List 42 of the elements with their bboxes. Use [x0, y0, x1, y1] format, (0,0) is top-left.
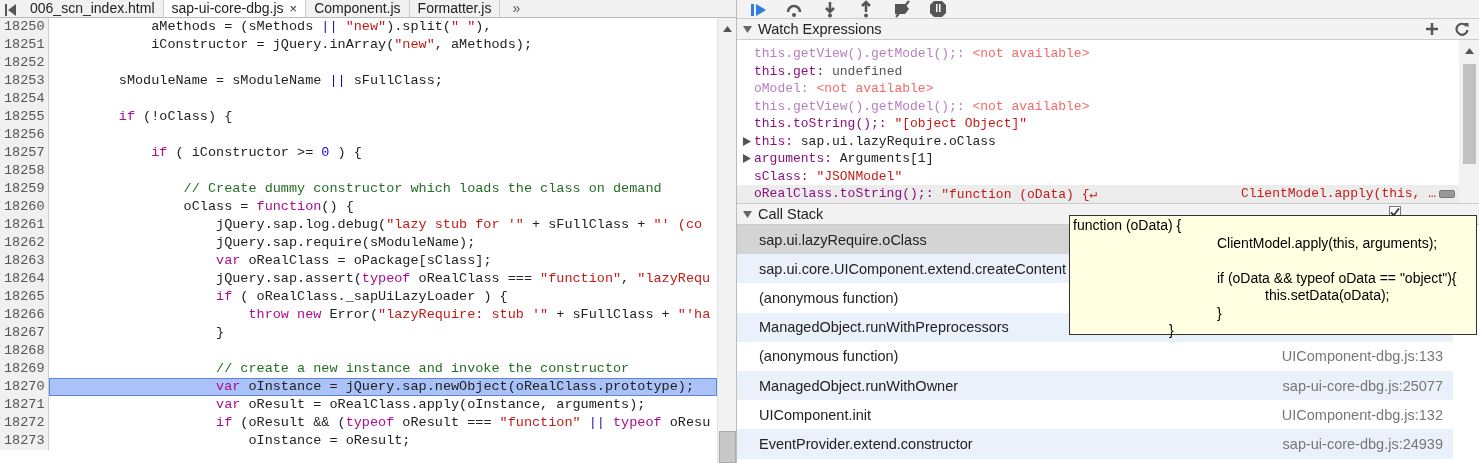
line-number: 18268: [0, 342, 49, 360]
code-line: var oRealClass = oPackage[sClass];: [215, 252, 493, 270]
line-number: 18269: [0, 360, 49, 378]
code-line: oInstance = oResult;: [247, 432, 412, 450]
code-line: if (!oClass) {: [117, 108, 234, 126]
line-number: 18260: [0, 198, 49, 216]
code-line: // Create dummy constructor which loads the class on demand: [182, 180, 663, 198]
line-number: 18259: [0, 180, 49, 198]
code-line: iConstructor = jQuery.inArray("new", aMethods);: [150, 36, 533, 54]
line-number: 18256: [0, 126, 49, 144]
line-number: 18273: [0, 432, 49, 450]
line-number: 18261: [0, 216, 49, 234]
line-number: 18263: [0, 252, 49, 270]
code-line: }: [215, 324, 226, 342]
line-number: 18270: [0, 378, 49, 396]
code-line: var oResult = oRealClass.apply(oInstance, arguments);: [215, 396, 647, 414]
code-line: throw new Error("lazyRequire: stub '" + sFullClass + "'ha: [247, 306, 712, 324]
line-number: 18264: [0, 270, 49, 288]
line-number: 18272: [0, 414, 49, 432]
code-line: if ( iConstructor >= 0 ) {: [150, 144, 363, 162]
code-line: if ( oRealClass._sapUiLazyLoader ) {: [215, 288, 509, 306]
code-line: if (oResult && (typeof oResult === "function" || typeof oResu: [215, 414, 712, 432]
line-number: 18254: [0, 90, 49, 108]
line-number: 18262: [0, 234, 49, 252]
line-number: 18252: [0, 54, 49, 72]
code-line: aMethods = (sMethods || "new").split(" "),: [150, 18, 493, 36]
code-line: jQuery.sap.assert(typeof oRealClass === "function", "lazyRequ: [215, 270, 712, 288]
line-number: 18265: [0, 288, 49, 306]
line-number: 18271: [0, 396, 49, 414]
line-number: 18267: [0, 324, 49, 342]
line-number: 18257: [0, 144, 49, 162]
line-number: 18250: [0, 18, 49, 36]
code-line: // create a new instance and invoke the constructor: [215, 360, 631, 378]
code-line: jQuery.sap.require(sModuleName);: [215, 234, 477, 252]
code-line: oClass = function() {: [182, 198, 355, 216]
line-number: 18266: [0, 306, 49, 324]
line-number: 18253: [0, 72, 49, 90]
line-number: 18255: [0, 108, 49, 126]
line-number: 18251: [0, 36, 49, 54]
code-line: jQuery.sap.log.debug("lazy stub for '" + sFullClass + "' (co: [215, 216, 704, 234]
code-line: sModuleName = sModuleName || sFullClass;: [117, 72, 444, 90]
line-number: 18258: [0, 162, 49, 180]
